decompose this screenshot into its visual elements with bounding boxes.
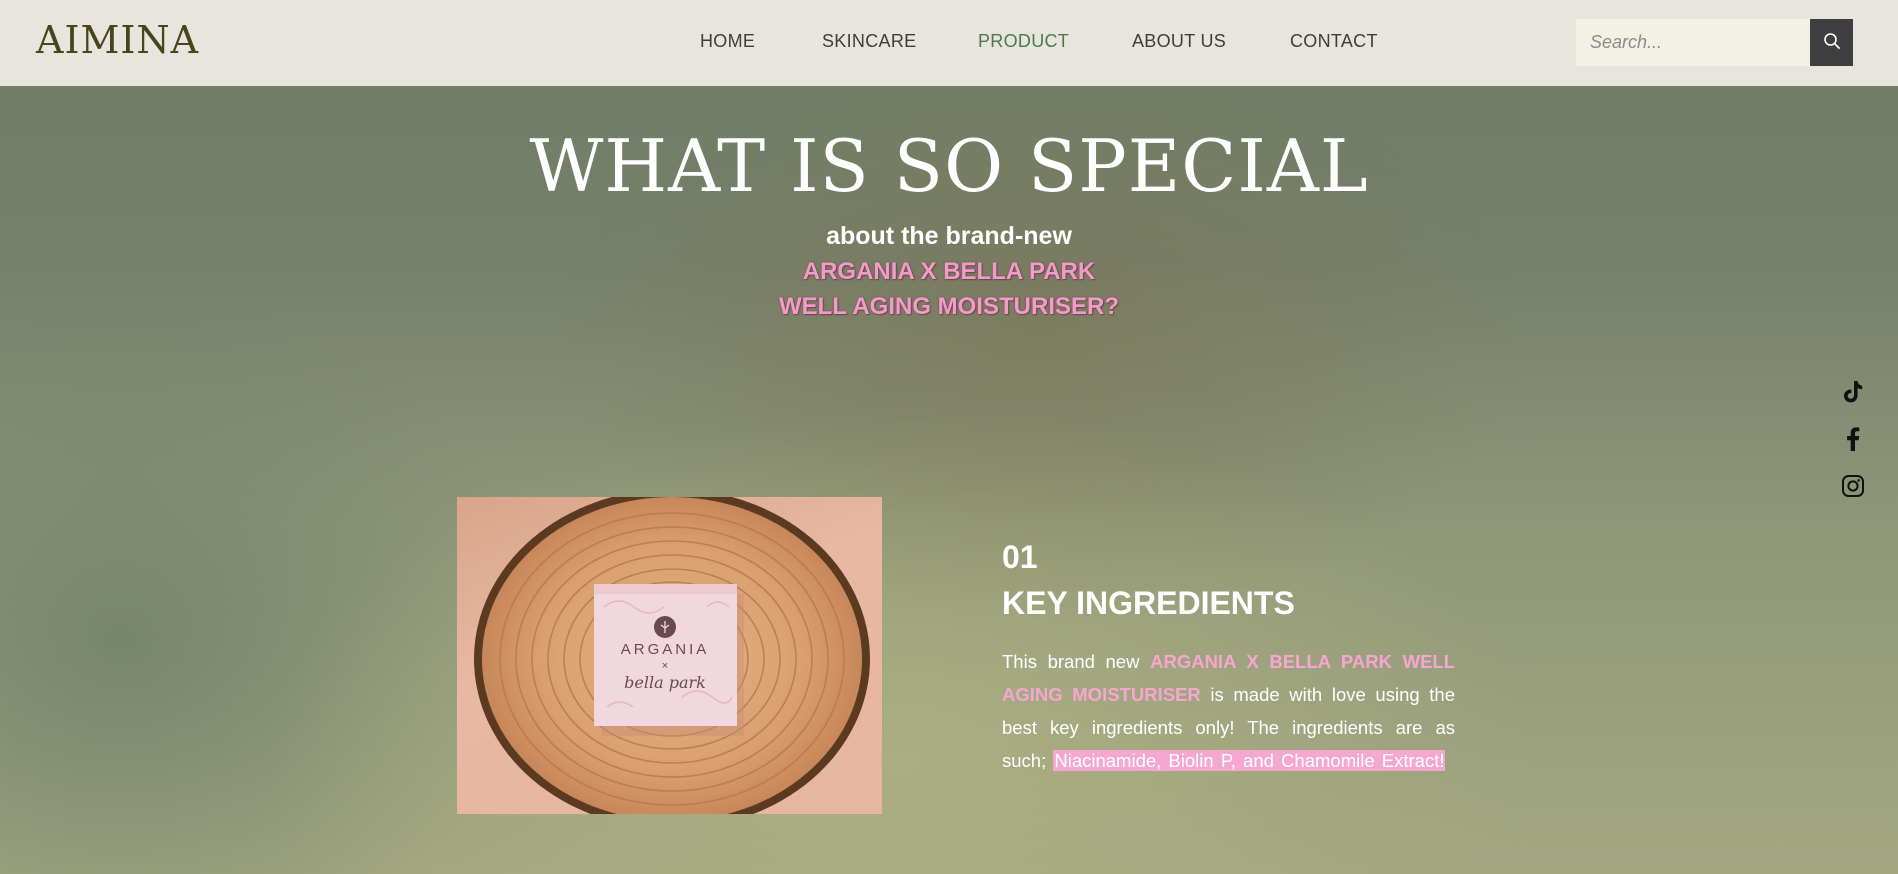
instagram-icon[interactable] — [1841, 474, 1865, 498]
product-photo: ARGANIA × bella park — [457, 497, 882, 814]
search-input[interactable] — [1576, 19, 1811, 66]
hero-subtitle: about the brand-new — [826, 222, 1072, 250]
search-icon — [1823, 32, 1841, 53]
search-button[interactable] — [1810, 19, 1853, 66]
hero-title: WHAT IS SO SPECIAL — [529, 124, 1369, 208]
feature-body-prefix: This brand new — [1002, 651, 1151, 672]
nav-item-product[interactable]: PRODUCT — [978, 31, 1069, 52]
box-brand-text: ARGANIA — [621, 641, 710, 658]
feature-title: KEY INGREDIENTS — [1002, 585, 1295, 621]
box-partner-text: bella park — [624, 673, 706, 692]
hero-product-line-1: ARGANIA X BELLA PARK — [802, 258, 1096, 285]
nav-item-about-us[interactable]: ABOUT US — [1132, 31, 1226, 52]
nav-item-home[interactable]: HOME — [700, 31, 755, 52]
hero-product-line-2: WELL AGING MOISTURISER? — [779, 293, 1119, 320]
box-x-text: × — [662, 660, 668, 672]
feature-number: 01 — [1002, 539, 1038, 575]
tiktok-icon[interactable] — [1841, 380, 1865, 404]
site-header: AIMINA HOME SKINCARE PRODUCT ABOUT US CO… — [0, 0, 1898, 86]
search-box — [1576, 19, 1811, 66]
site-logo[interactable]: AIMINA — [36, 18, 199, 62]
nav-item-contact[interactable]: CONTACT — [1290, 31, 1378, 52]
wood-slice-illustration: ARGANIA × bella park — [474, 497, 870, 814]
nav-item-skincare[interactable]: SKINCARE — [822, 31, 916, 52]
facebook-icon[interactable] — [1841, 427, 1865, 451]
feature-description: This brand new ARGANIA X BELLA PARK WELL… — [1002, 645, 1455, 777]
feature-ingredients-highlight: Niacinamide, Biolin P, and Chamomile Ext… — [1053, 750, 1446, 771]
